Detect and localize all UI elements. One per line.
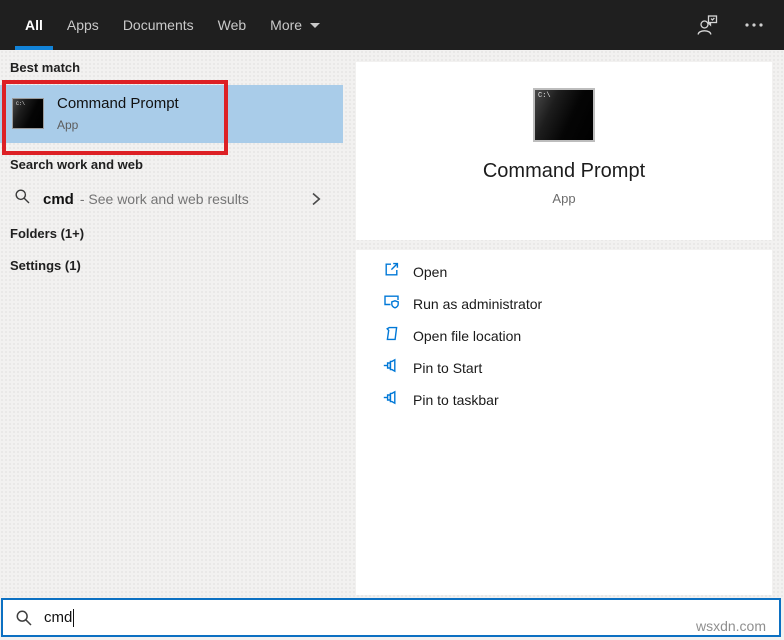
search-input-value: cmd: [44, 609, 72, 626]
command-prompt-icon: C:\: [533, 88, 595, 142]
tab-more[interactable]: More: [258, 0, 332, 50]
action-pin-to-start[interactable]: Pin to Start: [356, 352, 772, 384]
folders-group-header: Folders (1+): [10, 226, 84, 241]
action-open[interactable]: Open: [356, 256, 772, 288]
file-location-icon: [383, 325, 400, 347]
best-match-result[interactable]: C:\ Command Prompt App: [0, 85, 343, 143]
action-pin-to-taskbar[interactable]: Pin to taskbar: [356, 384, 772, 416]
action-run-as-administrator[interactable]: Run as administrator: [356, 288, 772, 320]
pin-icon: [383, 389, 400, 411]
preview-app-type: App: [552, 191, 575, 206]
preview-app-title: Command Prompt: [483, 160, 645, 183]
best-match-title: Command Prompt: [57, 95, 179, 112]
action-open-file-location[interactable]: Open file location: [356, 320, 772, 352]
search-work-web-header: Search work and web: [10, 157, 143, 172]
best-match-header: Best match: [10, 60, 80, 75]
chevron-down-icon: [310, 23, 320, 28]
pin-icon: [383, 357, 400, 379]
chevron-right-icon: [310, 190, 322, 208]
suggestion-query: cmd: [43, 191, 74, 208]
settings-group-header: Settings (1): [10, 258, 81, 273]
watermark-text: wsxdn.com: [696, 618, 766, 634]
best-match-subtitle: App: [57, 118, 78, 132]
filter-tabs: All Apps Documents Web More: [13, 0, 332, 50]
tab-documents[interactable]: Documents: [111, 0, 206, 50]
search-input[interactable]: cmd wsxdn.com: [1, 598, 781, 637]
tab-apps[interactable]: Apps: [55, 0, 111, 50]
search-filter-bar: All Apps Documents Web More: [0, 0, 784, 50]
open-icon: [383, 261, 400, 283]
user-feedback-icon[interactable]: [695, 13, 720, 38]
search-results-area: Best match C:\ Command Prompt App Search…: [0, 50, 784, 598]
tab-all[interactable]: All: [13, 0, 55, 50]
preview-panel-header: C:\ Command Prompt App: [356, 62, 772, 240]
preview-panel-actions: Open Run as administrator Open file loca…: [356, 250, 772, 595]
search-icon: [15, 609, 33, 627]
suggestion-hint: - See work and web results: [80, 191, 249, 207]
tab-web[interactable]: Web: [206, 0, 259, 50]
search-icon: [14, 188, 31, 210]
admin-shield-icon: [383, 293, 400, 315]
more-options-icon[interactable]: [744, 22, 764, 28]
topbar-actions: [695, 13, 764, 38]
web-search-suggestion[interactable]: cmd - See work and web results: [0, 182, 343, 216]
text-caret: [73, 609, 74, 627]
command-prompt-icon: C:\: [12, 98, 44, 129]
